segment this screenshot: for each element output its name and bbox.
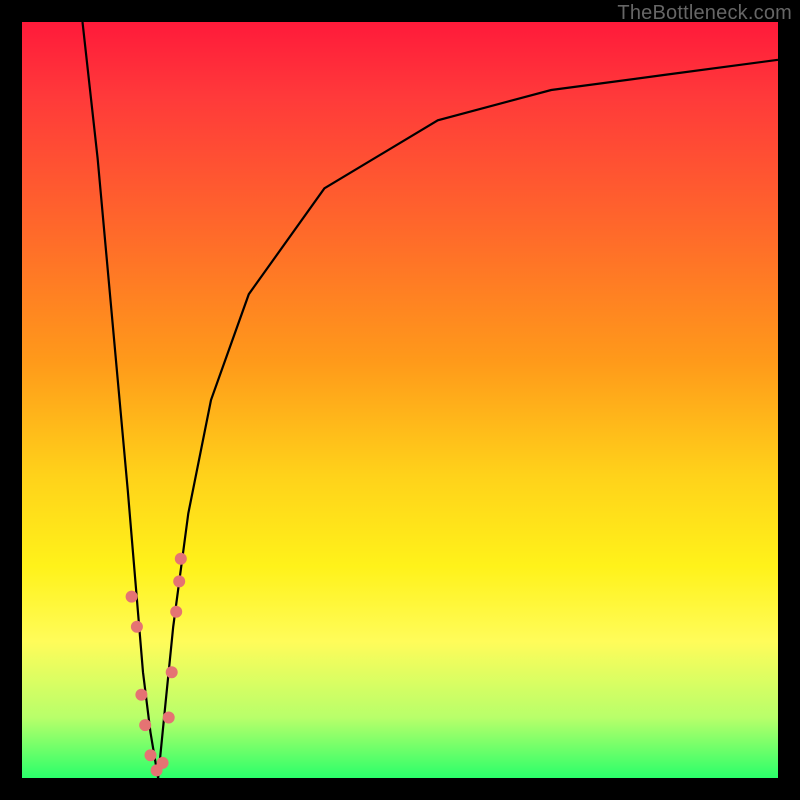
chart-svg — [22, 22, 778, 778]
marker-dot — [173, 575, 185, 587]
marker-dot — [131, 621, 143, 633]
marker-dot — [135, 689, 147, 701]
marker-dot — [166, 666, 178, 678]
marker-dot — [145, 749, 157, 761]
marker-dot — [139, 719, 151, 731]
plot-area — [22, 22, 778, 778]
marker-dot — [157, 757, 169, 769]
marker-dot — [175, 553, 187, 565]
marker-dot — [126, 591, 138, 603]
marker-dot — [170, 606, 182, 618]
marker-dot — [163, 712, 175, 724]
right-curve — [158, 60, 778, 778]
left-curve — [83, 22, 159, 778]
chart-frame: TheBottleneck.com — [0, 0, 800, 800]
